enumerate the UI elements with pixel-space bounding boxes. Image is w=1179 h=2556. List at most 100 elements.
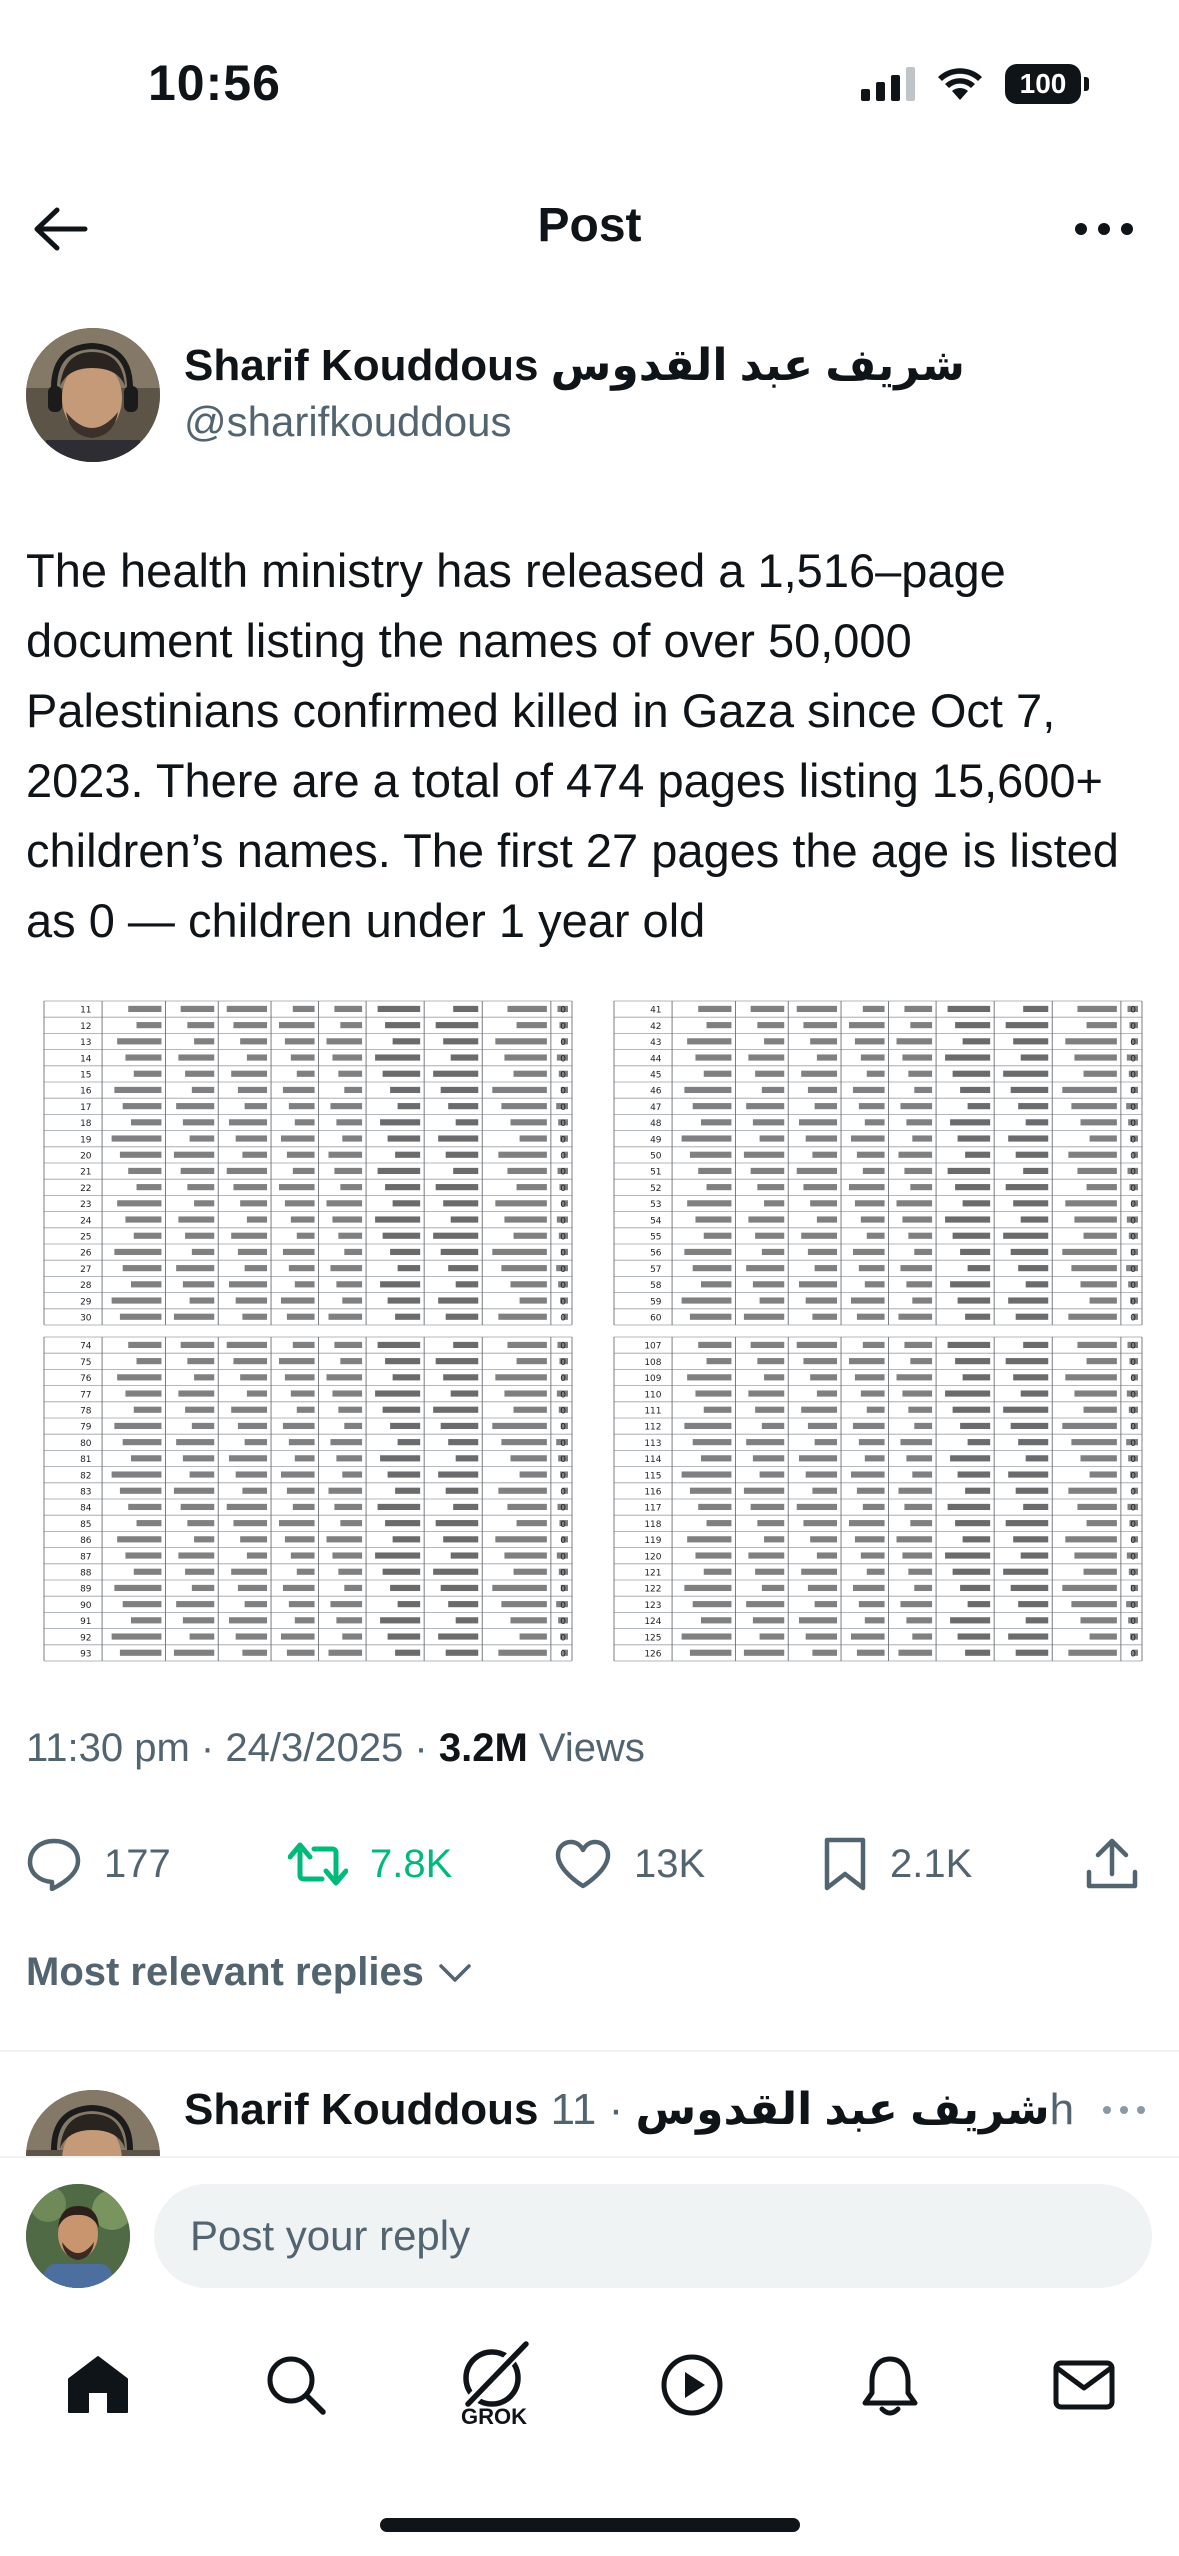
svg-text:0: 0	[1130, 1151, 1136, 1161]
author-avatar[interactable]	[26, 328, 160, 462]
reply-more-button[interactable]	[1102, 2102, 1146, 2120]
reply-author[interactable]: Sharif Kouddous شريف عبد القدوس · 11h	[184, 2084, 1074, 2135]
row-number: 121	[644, 1568, 661, 1578]
post-meta: 11:30 pm · 24/3/2025 · 3.2M Views	[26, 1726, 645, 1771]
row-number: 109	[644, 1374, 661, 1384]
svg-text:0: 0	[560, 1617, 566, 1627]
row-number: 82	[80, 1471, 91, 1481]
play-icon	[661, 2354, 723, 2416]
divider	[0, 2050, 1179, 2052]
svg-text:0: 0	[560, 1390, 566, 1400]
svg-text:0: 0	[1130, 1471, 1136, 1481]
svg-text:0: 0	[1130, 1633, 1136, 1643]
current-user-avatar[interactable]	[26, 2184, 130, 2288]
row-number: 22	[80, 1184, 91, 1194]
reply-input[interactable]: Post your reply	[154, 2184, 1152, 2288]
replies-sort-dropdown[interactable]: Most relevant replies	[26, 1950, 472, 1995]
svg-text:0: 0	[1130, 1552, 1136, 1562]
row-number: 107	[644, 1342, 661, 1352]
author-handle[interactable]: @sharifkouddous	[184, 398, 512, 446]
svg-text:0: 0	[560, 1423, 566, 1433]
svg-text:0: 0	[560, 1471, 566, 1481]
row-number: 90	[80, 1601, 92, 1611]
svg-text:0: 0	[560, 1022, 566, 1032]
tab-messages[interactable]	[1024, 2330, 1144, 2440]
row-number: 111	[644, 1406, 661, 1416]
row-number: 80	[80, 1439, 92, 1449]
svg-text:0: 0	[560, 1006, 566, 1016]
chevron-down-icon	[439, 1963, 471, 1982]
row-number: 57	[650, 1265, 661, 1275]
svg-text:0: 0	[1130, 1487, 1136, 1497]
row-number: 41	[650, 1006, 661, 1016]
share-button[interactable]	[1084, 1824, 1140, 1904]
row-number: 17	[80, 1103, 91, 1113]
row-number: 113	[644, 1439, 661, 1449]
row-number: 52	[650, 1184, 661, 1194]
row-number: 119	[644, 1536, 661, 1546]
replies-sort-label: Most relevant replies	[26, 1950, 424, 1994]
svg-text:0: 0	[1130, 1342, 1136, 1352]
svg-text:0: 0	[1130, 1520, 1136, 1530]
media-image-4[interactable]: 107 0 108 0 109 0 110 0 111 0 112 0 113 0 114 0 115 0 116 0…	[596, 1334, 1156, 1664]
row-number: 123	[644, 1601, 661, 1611]
row-number: 81	[80, 1455, 91, 1465]
svg-text:0: 0	[1130, 1200, 1136, 1210]
row-number: 12	[80, 1022, 91, 1032]
svg-text:0: 0	[1130, 1406, 1136, 1416]
svg-text:0: 0	[1130, 1265, 1136, 1275]
bookmark-button[interactable]: 2.1K	[822, 1824, 972, 1904]
svg-text:0: 0	[560, 1552, 566, 1562]
post-header: Post	[0, 170, 1179, 290]
views-count: 3.2M	[438, 1726, 528, 1770]
svg-text:0: 0	[1130, 1439, 1136, 1449]
repost-button[interactable]: 7.8K	[288, 1824, 452, 1904]
media-image-1[interactable]: 11 0 12 0 13 0 14 0 15 0 16 0 17 0 18 0 19 0 20 0 21 0 22 0 23 0 2…	[26, 998, 586, 1328]
row-number: 89	[80, 1585, 92, 1595]
svg-text:0: 0	[560, 1455, 566, 1465]
like-count: 13K	[634, 1841, 706, 1886]
svg-text:0: 0	[560, 1103, 566, 1113]
svg-text:0: 0	[1130, 1585, 1136, 1595]
like-button[interactable]: 13K	[554, 1824, 705, 1904]
svg-text:0: 0	[560, 1487, 566, 1497]
svg-text:0: 0	[560, 1536, 566, 1546]
row-number: 84	[80, 1504, 92, 1514]
row-number: 85	[80, 1520, 91, 1530]
row-number: 53	[650, 1200, 661, 1210]
row-number: 30	[80, 1313, 92, 1323]
row-number: 56	[650, 1249, 662, 1259]
tab-notifications[interactable]	[830, 2330, 950, 2440]
row-number: 16	[80, 1087, 92, 1097]
row-number: 23	[80, 1200, 91, 1210]
page-title: Post	[537, 199, 642, 252]
reply-count: 177	[104, 1841, 171, 1886]
bookmark-icon	[824, 1837, 866, 1891]
reply-button[interactable]: 177	[26, 1824, 171, 1904]
tab-search[interactable]	[236, 2330, 356, 2440]
media-image-2[interactable]: 41 0 42 0 43 0 44 0 45 0 46 0 47 0 48 0 49 0 50 0 51 0 52 0 53 0 5…	[596, 998, 1156, 1328]
svg-text:0: 0	[1130, 1022, 1136, 1032]
tab-grok[interactable]: GROK	[434, 2330, 554, 2440]
media-image-3[interactable]: 74 0 75 0 76 0 77 0 78 0 79 0 80 0 81 0 82 0 83 0 84 0 85 0 86 0 8…	[26, 1334, 586, 1664]
row-number: 50	[650, 1151, 662, 1161]
svg-text:0: 0	[1130, 1390, 1136, 1400]
svg-text:0: 0	[1130, 1568, 1136, 1578]
svg-text:0: 0	[1130, 1374, 1136, 1384]
svg-text:0: 0	[560, 1070, 566, 1080]
views-label: Views	[527, 1726, 645, 1770]
svg-text:0: 0	[560, 1585, 566, 1595]
tab-video[interactable]	[632, 2330, 752, 2440]
battery-level: 100	[1019, 68, 1067, 99]
reply-item[interactable]: Sharif Kouddous شريف عبد القدوس · 11h	[26, 2084, 1156, 2224]
row-number: 108	[644, 1358, 661, 1368]
row-number: 13	[80, 1038, 91, 1048]
row-number: 79	[80, 1423, 92, 1433]
svg-text:0: 0	[1130, 1313, 1136, 1323]
row-number: 18	[80, 1119, 92, 1129]
tab-home[interactable]	[38, 2330, 158, 2440]
author-name[interactable]: Sharif Kouddous شريف عبد القدوس	[184, 340, 965, 391]
more-options-button[interactable]	[1069, 194, 1139, 264]
svg-text:0: 0	[1130, 1168, 1136, 1178]
row-number: 118	[644, 1520, 661, 1530]
